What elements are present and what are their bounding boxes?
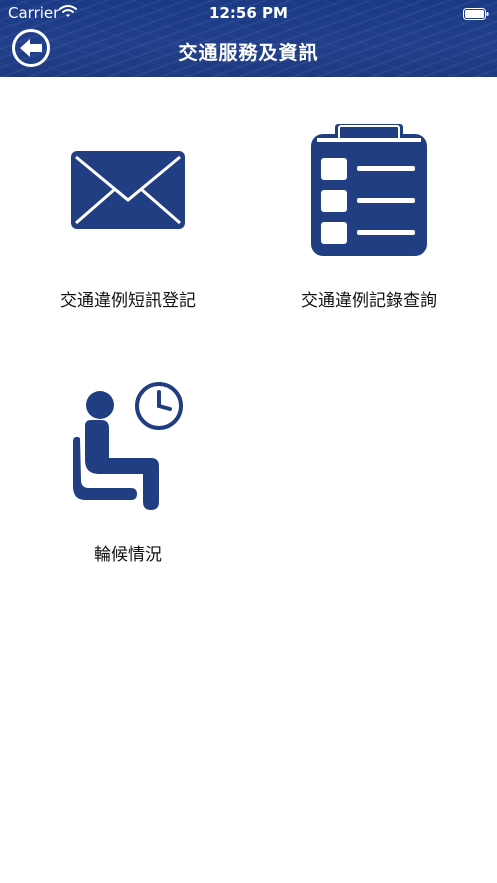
menu-item-waiting-status[interactable]: 輪候情況 (14, 375, 242, 570)
menu-item-sms-registration[interactable]: 交通違例短訊登記 (14, 120, 242, 320)
battery-icon (463, 6, 489, 20)
menu-item-label: 交通違例記錄查詢 (301, 291, 437, 311)
title-bar: 交通服務及資訊 (0, 26, 497, 77)
status-bar: Carrier 12:56 PM (0, 0, 497, 26)
page-title: 交通服務及資訊 (178, 42, 319, 64)
menu-item-label: 輪候情況 (94, 545, 162, 565)
menu-item-record-inquiry[interactable]: 交通違例記錄查詢 (254, 120, 484, 320)
waiting-person-clock-icon (71, 380, 187, 514)
status-time: 12:56 PM (209, 4, 288, 22)
envelope-icon (70, 150, 186, 234)
clipboard-list-icon (309, 122, 429, 262)
app-header: Carrier 12:56 PM 交通服務及資訊 (0, 0, 497, 77)
menu-item-label: 交通違例短訊登記 (60, 291, 196, 311)
